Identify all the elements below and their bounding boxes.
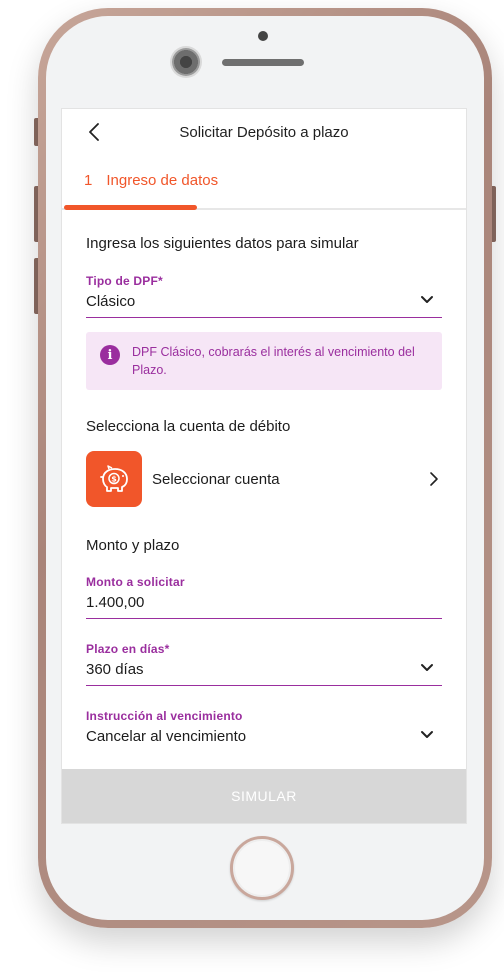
- stage: Solicitar Depósito a plazo 1 Ingreso de …: [0, 0, 504, 972]
- info-banner: i DPF Clásico, cobrarás el interés al ve…: [86, 332, 442, 390]
- home-button: [230, 836, 294, 900]
- tipo-dpf-value: Clásico: [86, 293, 136, 310]
- app-screen: Solicitar Depósito a plazo 1 Ingreso de …: [61, 108, 467, 824]
- select-account-row[interactable]: $ Seleccionar cuenta: [86, 451, 442, 507]
- chevron-right-icon[interactable]: [426, 471, 442, 487]
- stepper: 1 Ingreso de datos: [62, 155, 466, 205]
- proximity-sensor: [258, 31, 268, 41]
- step-progress: [62, 205, 466, 211]
- monto-plazo-heading: Monto y plazo: [86, 537, 180, 554]
- chevron-down-icon[interactable]: [420, 728, 434, 742]
- plazo-value: 360 días: [86, 661, 144, 678]
- svg-text:$: $: [111, 475, 117, 484]
- chevron-left-icon[interactable]: [84, 121, 106, 143]
- piggy-bank-icon: $: [100, 465, 128, 492]
- account-tile: $: [86, 451, 142, 507]
- chevron-down-icon[interactable]: [420, 661, 434, 675]
- instruccion-select[interactable]: Instrucción al vencimiento Cancelar al v…: [86, 709, 442, 752]
- step-label: Ingreso de datos: [106, 171, 219, 189]
- tipo-dpf-select[interactable]: Tipo de DPF* Clásico: [86, 274, 442, 318]
- plazo-select[interactable]: Plazo en días* 360 días: [86, 642, 442, 686]
- simulate-button[interactable]: SIMULAR: [62, 769, 466, 823]
- instruccion-value: Cancelar al vencimiento: [86, 728, 247, 745]
- form-content: Ingresa los siguientes datos para simula…: [62, 235, 466, 752]
- tipo-dpf-label: Tipo de DPF*: [86, 274, 163, 288]
- cuenta-heading: Selecciona la cuenta de débito: [86, 418, 291, 435]
- select-account-label: Seleccionar cuenta: [152, 470, 280, 488]
- earpiece-speaker: [222, 59, 304, 66]
- info-text: DPF Clásico, cobrarás el interés al venc…: [132, 345, 415, 377]
- monto-value: 1.400,00: [86, 594, 145, 611]
- monto-label: Monto a solicitar: [86, 575, 185, 589]
- plazo-label: Plazo en días*: [86, 642, 170, 656]
- instruccion-label: Instrucción al vencimiento: [86, 709, 243, 723]
- step-number: 1: [84, 171, 93, 189]
- page-title: Solicitar Depósito a plazo: [179, 123, 349, 141]
- chevron-down-icon[interactable]: [420, 293, 434, 307]
- progress-fill: [64, 205, 197, 210]
- monto-input[interactable]: Monto a solicitar 1.400,00: [86, 575, 442, 619]
- info-icon: i: [100, 345, 120, 365]
- intro-heading: Ingresa los siguientes datos para simula…: [86, 235, 359, 252]
- front-camera: [172, 48, 200, 76]
- top-bar: Solicitar Depósito a plazo: [62, 109, 466, 155]
